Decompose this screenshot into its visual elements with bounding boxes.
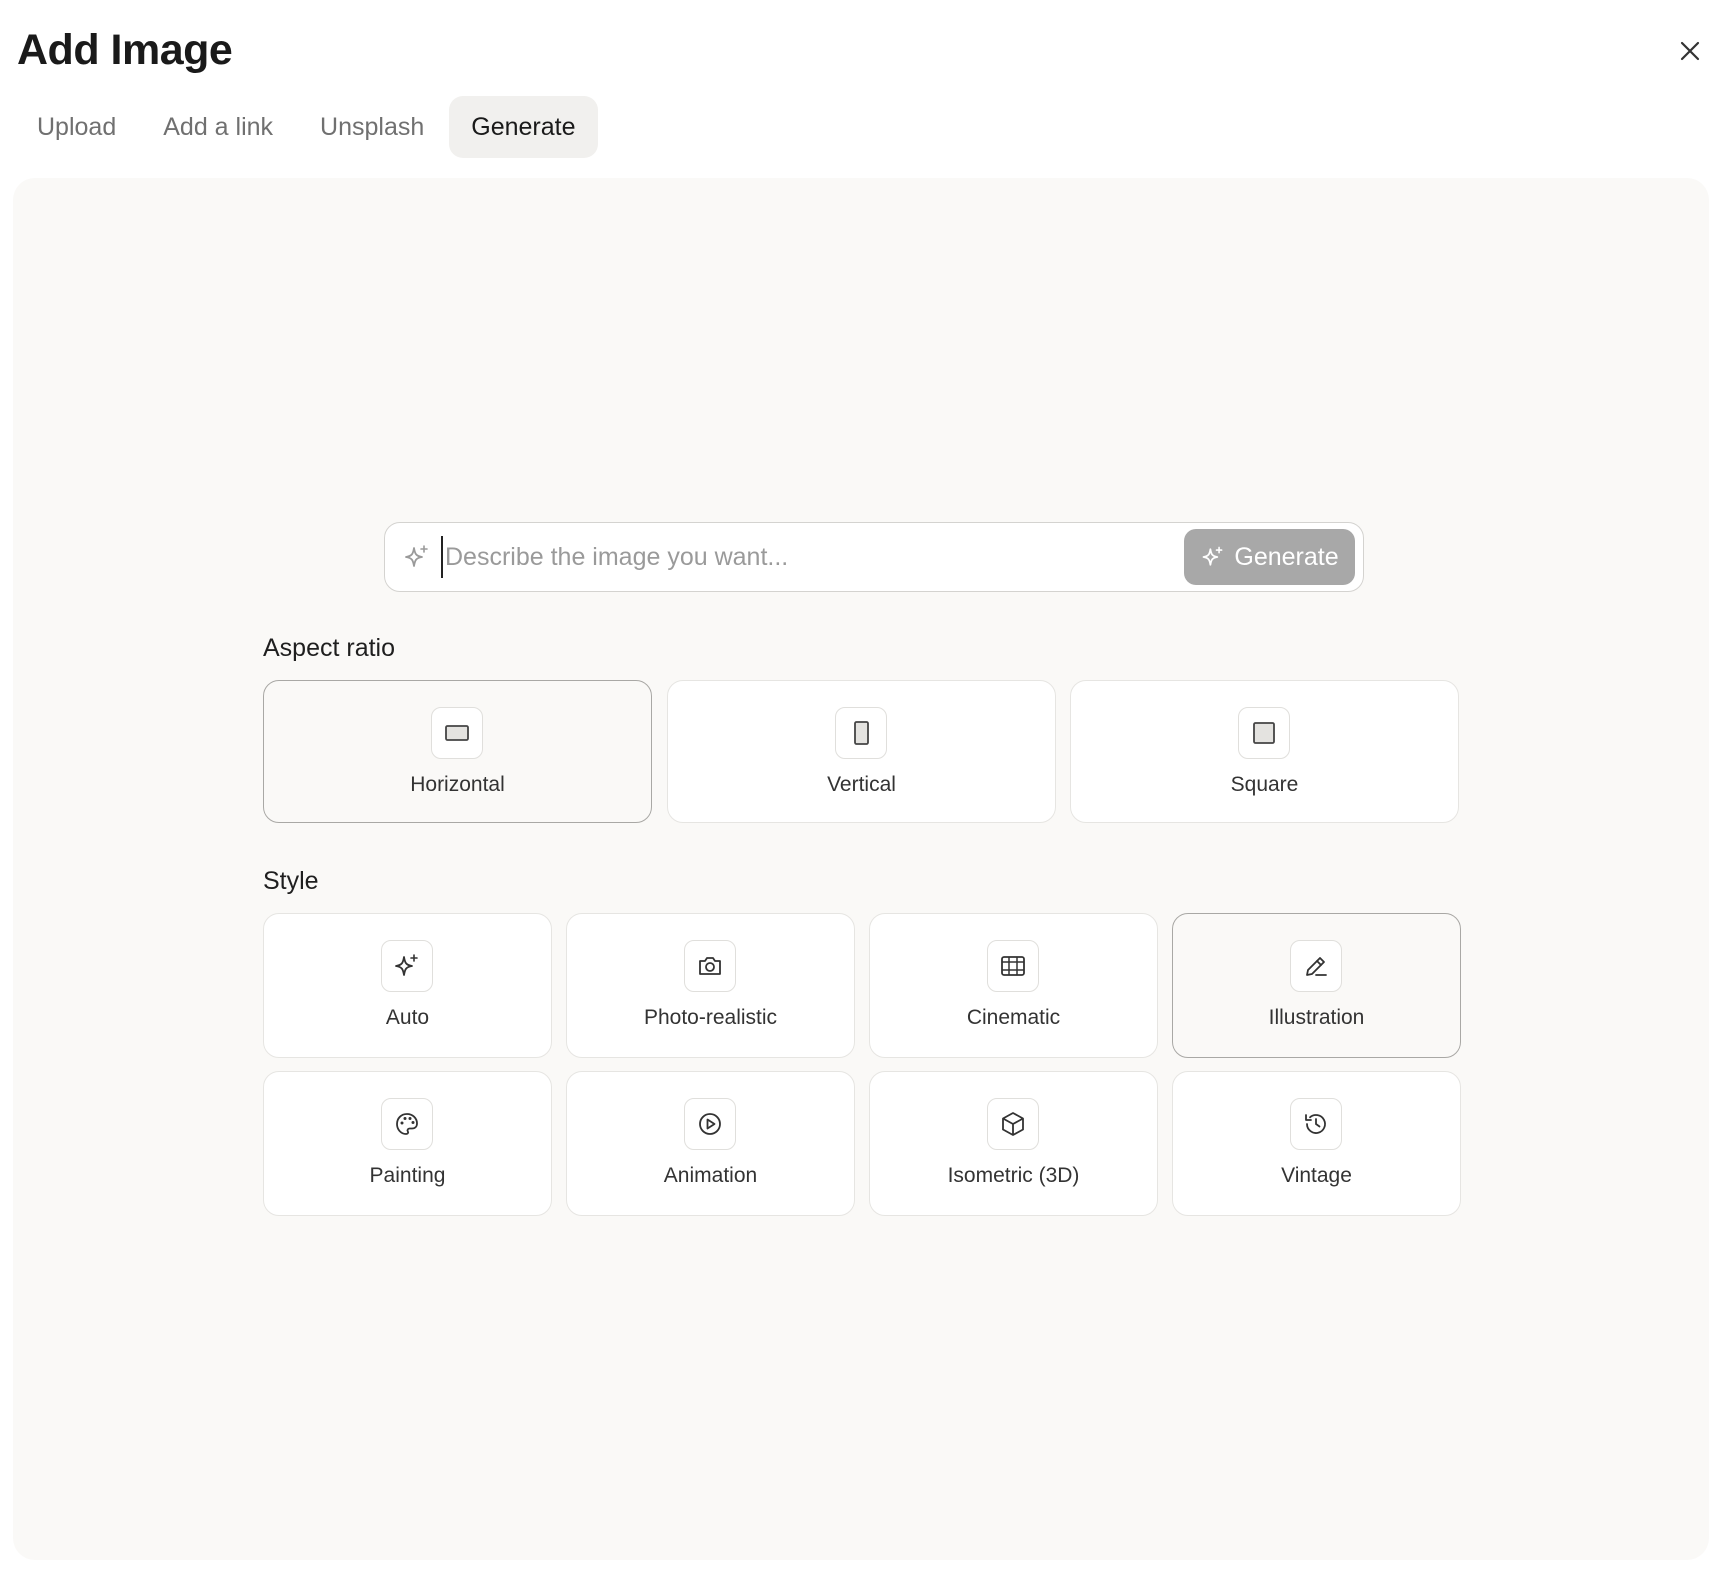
style-animation-option[interactable]: Animation xyxy=(566,1071,855,1216)
vertical-rect-icon xyxy=(834,707,887,759)
style-isometric-option[interactable]: Isometric (3D) xyxy=(869,1071,1158,1216)
aspect-square-option[interactable]: Square xyxy=(1070,680,1459,823)
close-icon xyxy=(1679,40,1701,62)
square-icon xyxy=(1237,707,1290,759)
style-photo-realistic-option[interactable]: Photo-realistic xyxy=(566,913,855,1058)
sparkle-icon xyxy=(380,940,433,992)
style-cinematic-option[interactable]: Cinematic xyxy=(869,913,1158,1058)
pencil-icon xyxy=(1289,940,1342,992)
generate-button[interactable]: Generate xyxy=(1184,529,1355,585)
film-icon xyxy=(986,940,1039,992)
tab-generate[interactable]: Generate xyxy=(449,96,598,158)
play-circle-icon xyxy=(683,1098,736,1150)
sparkle-icon xyxy=(1200,544,1226,570)
generate-button-label: Generate xyxy=(1234,542,1339,571)
style-auto-option[interactable]: Auto xyxy=(263,913,552,1058)
cube-icon xyxy=(986,1098,1039,1150)
camera-icon xyxy=(683,940,736,992)
generate-panel: Generate Aspect ratio Horizontal Vertica… xyxy=(13,178,1709,1560)
style-painting-option[interactable]: Painting xyxy=(263,1071,552,1216)
history-icon xyxy=(1289,1098,1342,1150)
aspect-vertical-option[interactable]: Vertical xyxy=(667,680,1056,823)
style-illustration-option[interactable]: Illustration xyxy=(1172,913,1461,1058)
tab-add-a-link[interactable]: Add a link xyxy=(141,96,295,158)
aspect-horizontal-option[interactable]: Horizontal xyxy=(263,680,652,823)
style-label: Style xyxy=(263,867,319,895)
aspect-horizontal-label: Horizontal xyxy=(410,773,505,796)
page-title: Add Image xyxy=(17,26,233,74)
aspect-ratio-label: Aspect ratio xyxy=(263,634,396,662)
aspect-vertical-label: Vertical xyxy=(827,773,896,796)
style-illustration-label: Illustration xyxy=(1268,1006,1365,1029)
style-photo-realistic-label: Photo-realistic xyxy=(643,1006,778,1029)
prompt-box: Generate xyxy=(384,522,1364,592)
close-button[interactable] xyxy=(1672,33,1708,69)
tab-unsplash[interactable]: Unsplash xyxy=(298,96,446,158)
style-cinematic-label: Cinematic xyxy=(966,1006,1061,1029)
style-vintage-option[interactable]: Vintage xyxy=(1172,1071,1461,1216)
style-painting-label: Painting xyxy=(369,1164,446,1187)
prompt-input[interactable] xyxy=(441,536,1184,578)
tab-upload[interactable]: Upload xyxy=(15,96,138,158)
sparkle-icon xyxy=(401,541,433,573)
style-auto-label: Auto xyxy=(385,1006,430,1029)
aspect-square-label: Square xyxy=(1230,773,1299,796)
style-vintage-label: Vintage xyxy=(1281,1164,1352,1187)
tab-bar: Upload Add a link Unsplash Generate xyxy=(15,96,601,158)
palette-icon xyxy=(380,1098,433,1150)
style-isometric-label: Isometric (3D) xyxy=(947,1164,1080,1187)
horizontal-rect-icon xyxy=(430,707,483,759)
style-animation-label: Animation xyxy=(663,1164,758,1187)
